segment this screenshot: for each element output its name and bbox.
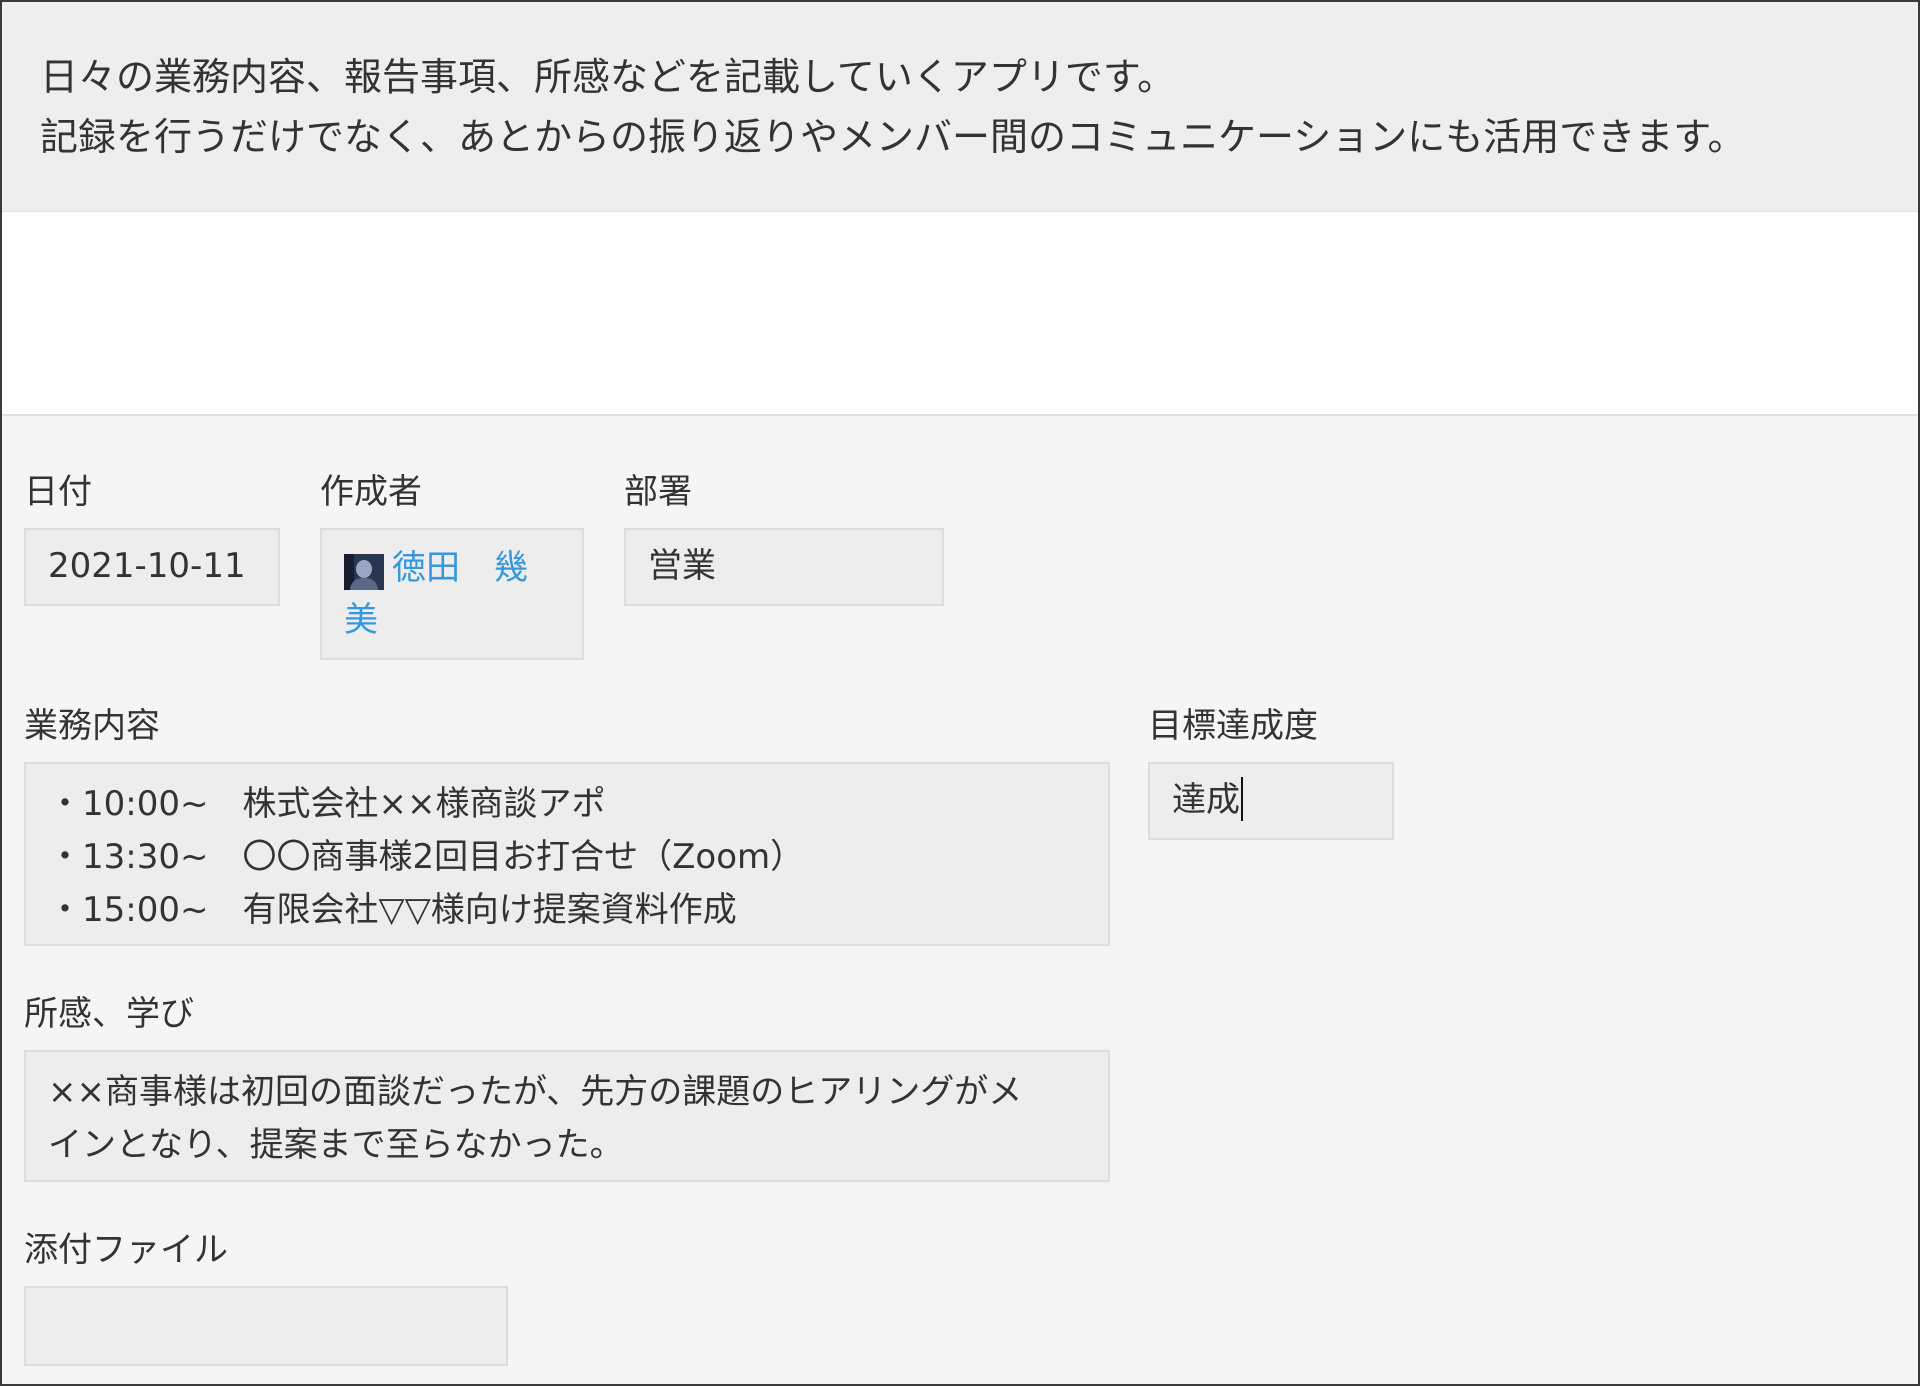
date-value-box[interactable]: 2021-10-11 [24, 528, 280, 606]
author-name-link[interactable]: 徳田 幾美 [344, 542, 554, 646]
impressions-line: ××商事様は初回の面談だったが、先方の課題のヒアリングがメ [48, 1072, 1023, 1112]
app-description: 日々の業務内容、報告事項、所感などを記載していくアプリです。 記録を行うだけでな… [2, 2, 1918, 212]
work-field: 業務内容 ・10:00~ 株式会社××様商談アポ ・13:30~ 〇〇商事様2回… [24, 706, 1134, 956]
blank-area [2, 212, 1918, 416]
goal-value-box[interactable]: 達成 [1148, 762, 1394, 840]
impressions-line: インとなり、提案まで至らなかった。 [48, 1125, 624, 1165]
author-value-box: 徳田 幾美 [320, 528, 584, 660]
department-field: 部署 営業 [624, 472, 946, 612]
impressions-field: 所感、学び ××商事様は初回の面談だったが、先方の課題のヒアリングがメ インとな… [24, 994, 1134, 1194]
description-line-1: 日々の業務内容、報告事項、所感などを記載していくアプリです。 [40, 55, 1176, 99]
date-field: 日付 2021-10-11 [24, 472, 284, 612]
department-value-box[interactable]: 営業 [624, 528, 944, 606]
work-line: ・15:00~ 有限会社▽▽様向け提案資料作成 [48, 890, 737, 930]
goal-field: 目標達成度 達成 [1148, 706, 1398, 846]
attachment-label: 添付ファイル [24, 1230, 228, 1270]
record-form: 日付 2021-10-11 作成者 徳田 幾美 部署 営業 業務内容 ・10:0… [2, 416, 1918, 1384]
date-value: 2021-10-11 [48, 546, 246, 586]
text-caret [1241, 776, 1243, 821]
attachment-value-box[interactable] [24, 1286, 508, 1366]
goal-label: 目標達成度 [1148, 706, 1318, 746]
author-field: 作成者 徳田 幾美 [320, 472, 588, 672]
author-label: 作成者 [320, 472, 422, 512]
work-line: ・13:30~ 〇〇商事様2回目お打合せ（Zoom） [48, 837, 805, 877]
impressions-label: 所感、学び [24, 994, 194, 1034]
department-value: 営業 [648, 546, 716, 586]
department-label: 部署 [624, 472, 692, 512]
work-value-box[interactable]: ・10:00~ 株式会社××様商談アポ ・13:30~ 〇〇商事様2回目お打合せ… [24, 762, 1110, 946]
description-line-2: 記録を行うだけでなく、あとからの振り返りやメンバー間のコミュニケーションにも活用… [40, 115, 1746, 159]
attachment-field: 添付ファイル [24, 1230, 514, 1370]
work-label: 業務内容 [24, 706, 160, 746]
work-line: ・10:00~ 株式会社××様商談アポ [48, 784, 606, 824]
impressions-value-box[interactable]: ××商事様は初回の面談だったが、先方の課題のヒアリングがメ インとなり、提案まで… [24, 1050, 1110, 1182]
goal-value: 達成 [1172, 780, 1240, 820]
date-label: 日付 [24, 472, 92, 512]
app-window: 日々の業務内容、報告事項、所感などを記載していくアプリです。 記録を行うだけでな… [0, 0, 1920, 1386]
